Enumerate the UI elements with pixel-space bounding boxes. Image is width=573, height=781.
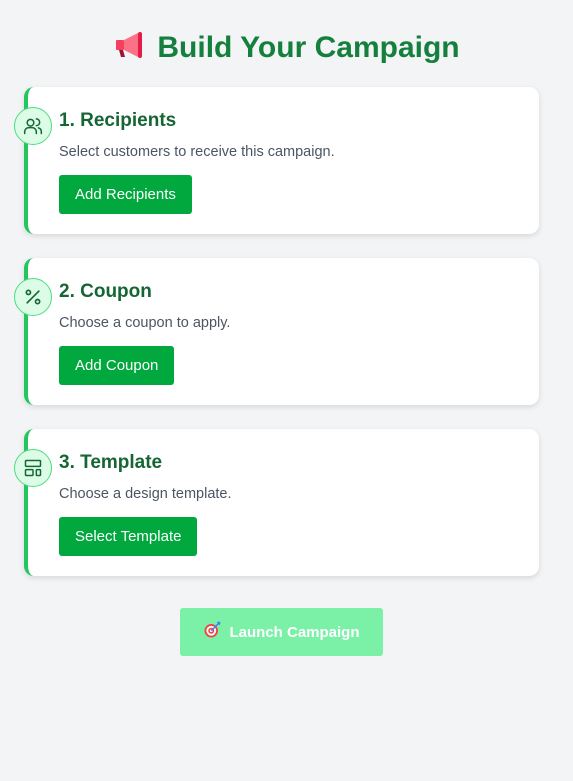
step-title: 3. Template — [59, 452, 163, 473]
step-card-recipients: 1. Recipients Select customers to receiv… — [14, 87, 539, 234]
step-description: Select customers to receive this campaig… — [59, 144, 335, 160]
users-icon — [14, 107, 52, 145]
add-recipients-button[interactable]: Add Recipients — [59, 175, 192, 214]
step-title: 1. Recipients — [59, 110, 177, 131]
campaign-builder-page: Build Your Campaign 1. Recipients Select… — [0, 0, 573, 781]
step-card-coupon: 2. Coupon Choose a coupon to apply. Add … — [14, 258, 539, 405]
percent-icon — [14, 278, 52, 316]
target-icon — [203, 621, 221, 643]
add-coupon-button[interactable]: Add Coupon — [59, 346, 175, 385]
launch-campaign-label: Launch Campaign — [229, 623, 360, 641]
select-template-button[interactable]: Select Template — [59, 517, 198, 556]
megaphone-icon — [113, 30, 147, 71]
launch-campaign-button[interactable]: Launch Campaign — [180, 608, 383, 656]
step-card-template: 3. Template Choose a design template. Se… — [14, 429, 539, 576]
layout-template-icon — [14, 449, 52, 487]
step-description: Choose a coupon to apply. — [59, 315, 231, 331]
page-title-text: Build Your Campaign — [157, 31, 460, 64]
page-title: Build Your Campaign — [0, 28, 573, 71]
step-description: Choose a design template. — [59, 486, 232, 502]
step-title: 2. Coupon — [59, 281, 152, 302]
